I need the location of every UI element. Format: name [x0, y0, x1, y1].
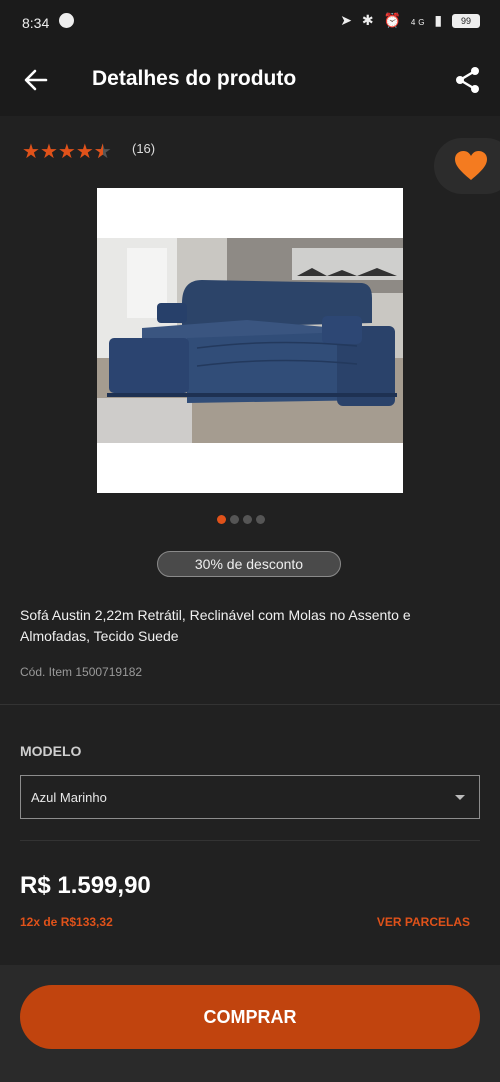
star-icon: ★ [39, 141, 58, 163]
carousel-dot[interactable] [230, 515, 239, 524]
location-icon: ➤ [340, 12, 355, 28]
share-icon[interactable] [454, 66, 482, 94]
network-label: 4G [410, 18, 428, 27]
sofa-image-icon [97, 238, 403, 443]
carousel-dot[interactable] [217, 515, 226, 524]
star-icon: ★ [22, 141, 40, 163]
star-icon: ★ [57, 141, 76, 163]
buy-button[interactable]: COMPRAR [20, 985, 480, 1049]
product-code: Cód. Item 1500719182 [20, 665, 143, 679]
signal-icon: ▮ [434, 12, 446, 28]
image-carousel-dots [217, 511, 269, 524]
installments-text: 12x de R$133,32 [20, 915, 113, 929]
model-select[interactable]: Azul Marinho [20, 775, 480, 819]
model-label: MODELO [20, 743, 82, 759]
model-selected-value: Azul Marinho [31, 790, 107, 805]
app-bar: Detalhes do produto [0, 44, 500, 116]
spotify-icon [59, 13, 74, 28]
product-image[interactable] [97, 188, 403, 493]
divider [0, 704, 500, 705]
status-icons: ➤ ✱ ⏰ 4G ▮ 99 [340, 12, 480, 29]
heart-icon [455, 151, 487, 180]
favorite-button[interactable] [434, 138, 500, 194]
carousel-dot[interactable] [256, 515, 265, 524]
battery-icon: 99 [452, 14, 480, 29]
bluetooth-icon: ✱ [361, 12, 377, 28]
dropdown-caret-icon [455, 795, 465, 800]
divider [20, 840, 480, 841]
review-count[interactable]: (16) [132, 141, 155, 156]
half-star-icon: ★★ [93, 141, 112, 163]
discount-badge: 30% de desconto [157, 551, 341, 577]
star-icon: ★ [75, 141, 94, 163]
view-installments-link[interactable]: VER PARCELAS [377, 915, 470, 929]
carousel-dot[interactable] [243, 515, 252, 524]
product-name: Sofá Austin 2,22m Retrátil, Reclinável c… [20, 607, 411, 644]
rating-stars: ★★★★★★ [22, 139, 112, 164]
product-price: R$ 1.599,90 [20, 872, 151, 899]
alarm-icon: ⏰ [383, 12, 404, 28]
page-title: Detalhes do produto [92, 67, 297, 90]
back-arrow-icon[interactable] [22, 66, 50, 94]
status-time: 8:34 [22, 15, 50, 31]
status-bar: 8:34 ➤ ✱ ⏰ 4G ▮ 99 [0, 0, 500, 44]
